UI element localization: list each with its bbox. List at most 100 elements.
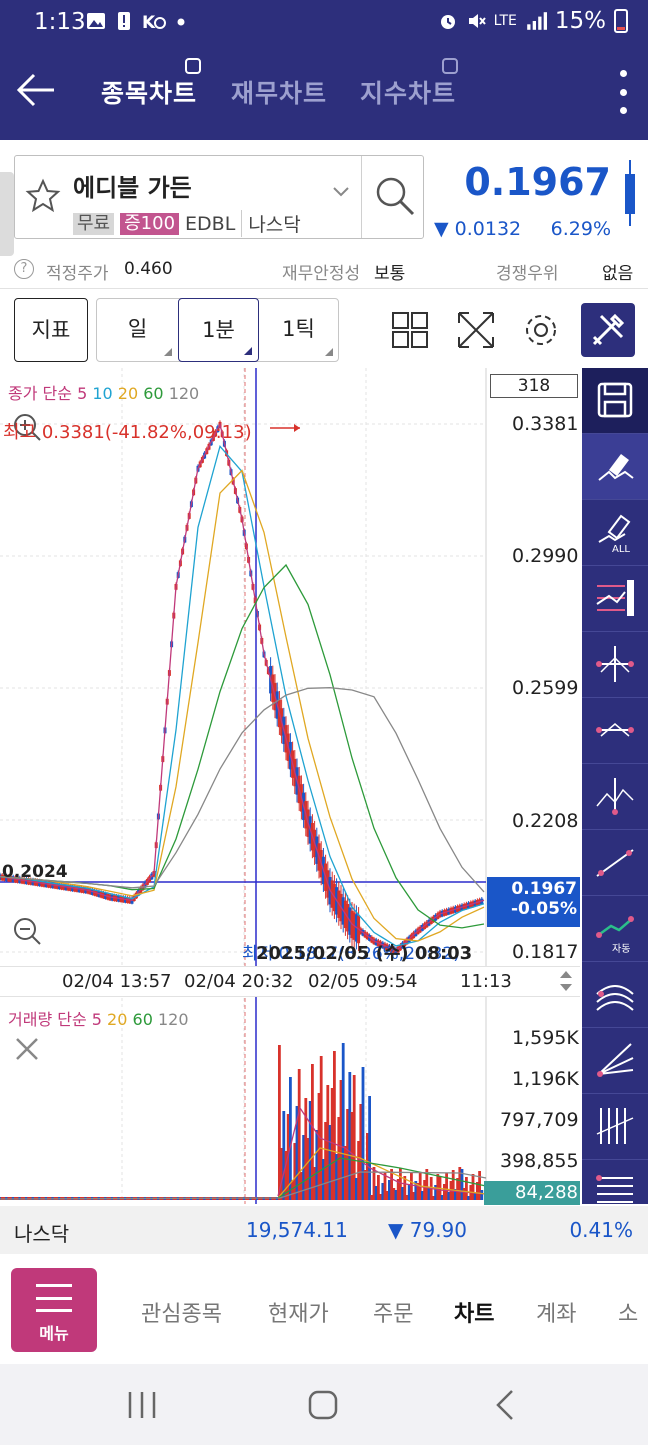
auto-trend-button[interactable]: 자동 [582, 896, 648, 962]
bottom-navigation: 메뉴 관심종목 현재가 주문 차트 계좌 소 [0, 1254, 648, 1364]
divider [0, 288, 648, 289]
tab-financial-chart[interactable]: 재무차트 [231, 74, 327, 110]
horizontal-line-button[interactable] [582, 698, 648, 764]
fan-line-icon [597, 1043, 634, 1077]
legend-period-20: 20 [101, 1010, 128, 1029]
tab-index-chart-label: 지수차트 [360, 79, 457, 108]
menu-button[interactable]: 메뉴 [11, 1268, 97, 1352]
current-price: 0.1967 [464, 160, 611, 204]
high-price-label: 최고 0.3381(-41.82%,09:13) [3, 422, 252, 443]
stock-tags: 무료 증100 EDBL 나스닥 [73, 210, 301, 237]
drawer-handle[interactable] [0, 172, 14, 256]
close-icon[interactable] [14, 1036, 40, 1062]
price-change: ▼ 0.0132 [434, 218, 522, 240]
fullscreen-icon[interactable] [456, 310, 496, 350]
time-axis-label: 02/04 13:57 [62, 971, 172, 992]
competitive-advantage-value: 없음 [602, 264, 634, 284]
stock-code: EDBL [185, 212, 236, 235]
last-volume-tag: 84,288 [484, 1181, 580, 1205]
volume-legend: 거래량 단순 5 20 60 120 [8, 1006, 189, 1030]
vertical-grid-button[interactable] [582, 1094, 648, 1160]
legend-period-60: 60 [127, 1010, 153, 1029]
period-1tick[interactable]: 1틱 [258, 298, 339, 362]
zoom-out-icon[interactable] [12, 916, 42, 946]
recent-apps-icon[interactable] [122, 1388, 162, 1422]
status-right: LTE 15% [438, 8, 628, 34]
volume-axis-label: 797,709 [500, 1109, 579, 1131]
back-button[interactable] [14, 70, 58, 110]
nav-order[interactable]: 주문 [373, 1296, 413, 1328]
time-axis-label: 02/05 09:54 [308, 971, 418, 992]
drawing-tools-button[interactable] [581, 303, 635, 357]
index-ticker-row[interactable]: 나스닥 19,574.11 ▼ 79.90 0.41% [0, 1206, 648, 1254]
price-axis-label: 0.2599 [512, 677, 579, 699]
stock-name: 에디블 가든 [73, 174, 192, 202]
last-price-percent: -0.05% [510, 899, 577, 919]
index-value: 19,574.11 [246, 1218, 348, 1242]
volume-axis-label: 1,595K [512, 1027, 579, 1049]
hamburger-icon [36, 1284, 72, 1312]
free-badge: 무료 [73, 212, 115, 235]
layout-grid-icon[interactable] [390, 310, 430, 350]
mini-candle-icon [625, 160, 635, 226]
alert-icon [118, 12, 130, 30]
tab-stock-chart[interactable]: 종목차트 [101, 58, 201, 110]
fan-line-button[interactable] [582, 1028, 648, 1094]
more-menu-button[interactable] [618, 70, 628, 114]
horizontal-line-value: 0.2024 [2, 862, 68, 882]
battery-percent: 15% [554, 8, 606, 34]
nav-more[interactable]: 소 [618, 1296, 638, 1328]
hcl-lines-button[interactable] [582, 566, 648, 632]
eraser-button[interactable] [582, 434, 648, 500]
nav-account[interactable]: 계좌 [536, 1296, 576, 1328]
nav-current-price[interactable]: 현재가 [268, 1296, 329, 1328]
price-chart[interactable] [0, 368, 580, 1204]
price-axis-label: 0.2208 [512, 810, 579, 832]
bar-count-box[interactable]: 318 [490, 374, 578, 398]
trend-line-button[interactable] [582, 830, 648, 896]
vertical-grid-icon [596, 1108, 634, 1144]
stock-selector[interactable]: 에디블 가든 무료 증100 EDBL 나스닥 [14, 155, 424, 239]
vertical-line-button[interactable] [582, 764, 648, 830]
financial-stability-value: 보통 [374, 264, 406, 284]
indicator-button[interactable]: 지표 [14, 298, 88, 362]
price-axis-label: 0.1817 [512, 941, 579, 963]
gallery-icon [87, 13, 105, 29]
nav-watchlist[interactable]: 관심종목 [141, 1296, 222, 1328]
hcl-lines-icon [596, 580, 634, 616]
period-1min[interactable]: 1분 [178, 298, 259, 362]
arc-tool-button[interactable] [582, 962, 648, 1028]
ma-legend: 종가 단순 5 10 20 60 120 [8, 380, 199, 404]
chart-toolbar: 지표 일 1분 1틱 [0, 296, 648, 364]
divider [0, 996, 580, 997]
chevron-down-icon[interactable] [333, 186, 349, 198]
save-drawing-button[interactable] [582, 368, 648, 434]
crosshair-line-button[interactable] [582, 632, 648, 698]
home-icon[interactable] [302, 1388, 342, 1422]
erase-all-button[interactable]: ALL [582, 500, 648, 566]
horizontal-line-icon [596, 723, 634, 737]
tab-index-chart[interactable]: 지수차트 [360, 58, 458, 110]
ma-line-20 [0, 469, 485, 942]
scroll-arrows-icon[interactable] [556, 968, 576, 994]
nav-chart[interactable]: 차트 [454, 1296, 494, 1328]
high-marker-arrow [294, 424, 300, 432]
time-axis-label: 02/04 20:32 [184, 971, 294, 992]
competitive-advantage-label: 경쟁우위 [496, 264, 559, 284]
fair-price-value: 0.460 [124, 259, 173, 279]
period-1min-label: 1분 [202, 318, 235, 342]
system-navigation-bar [0, 1364, 648, 1445]
erase-all-label: ALL [612, 544, 630, 555]
period-selector: 일 1분 1틱 [96, 298, 339, 362]
favorite-star-icon[interactable] [25, 178, 61, 214]
legend-prefix: 종가 단순 [8, 384, 72, 403]
signal-icon [527, 12, 547, 30]
period-day[interactable]: 일 [97, 298, 178, 362]
search-icon[interactable] [373, 174, 417, 218]
help-icon[interactable]: ? [14, 259, 34, 279]
settings-gear-icon[interactable] [521, 310, 561, 350]
arc-icon [596, 985, 634, 1011]
app-notification-icon: K [142, 13, 166, 32]
system-back-icon[interactable] [486, 1388, 526, 1422]
index-change: ▼ 79.90 [388, 1218, 467, 1242]
